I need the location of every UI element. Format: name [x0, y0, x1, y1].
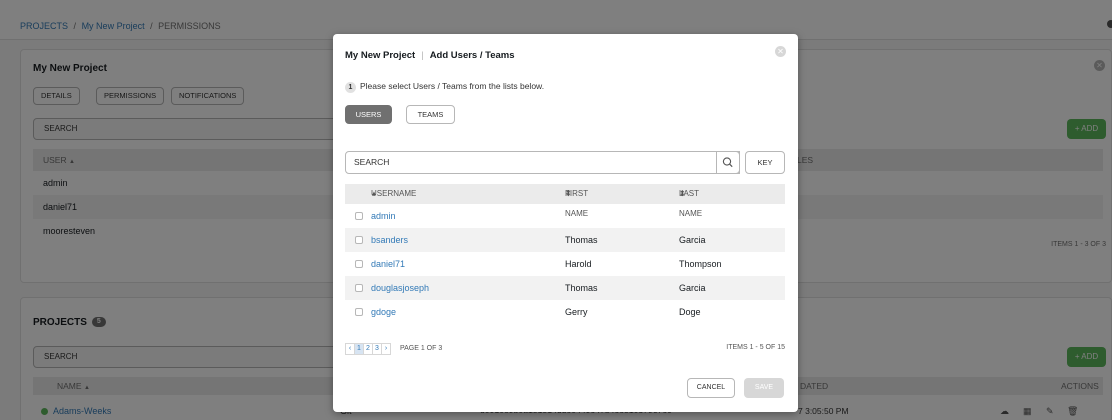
instruction-text: 1 Please select Users / Teams from the li…: [345, 81, 544, 93]
cancel-button[interactable]: CANCEL: [687, 378, 735, 398]
table-row: daniel71 Harold Thompson: [345, 252, 785, 276]
first-name: Harold: [565, 259, 592, 269]
username-link[interactable]: admin: [371, 204, 396, 228]
add-users-teams-modal: My New Project | Add Users / Teams ✕ 1 Plea…: [333, 34, 798, 412]
row-checkbox[interactable]: [355, 260, 363, 268]
tab-teams[interactable]: TEAMS: [406, 105, 455, 124]
last-name: Thompson: [679, 259, 722, 269]
search-icon[interactable]: [716, 151, 740, 174]
tab-users[interactable]: USERS: [345, 105, 392, 124]
last-name: Garcia: [679, 235, 706, 245]
row-checkbox[interactable]: [355, 236, 363, 244]
username-link[interactable]: gdoge: [371, 300, 396, 324]
last-name: Garcia: [679, 283, 706, 293]
users-table-header: USERNAME ▲ FIRST NAME ⬍ LAST NAME ⬍: [345, 184, 785, 218]
table-row: gdoge Gerry Doge: [345, 300, 785, 324]
next-page-button[interactable]: ›: [381, 343, 391, 355]
last-name: Doge: [679, 307, 701, 317]
username-link[interactable]: daniel71: [371, 252, 405, 276]
modal-title: My New Project | Add Users / Teams: [345, 50, 515, 61]
pagination: ‹ 1 2 3 › PAGE 1 OF 3: [345, 343, 442, 355]
first-name: Thomas: [565, 283, 598, 293]
table-row: admin: [345, 204, 785, 228]
table-row: douglasjoseph Thomas Garcia: [345, 276, 785, 300]
close-icon[interactable]: ✕: [775, 46, 786, 57]
first-name: Thomas: [565, 235, 598, 245]
save-button[interactable]: SAVE: [744, 378, 784, 398]
username-link[interactable]: bsanders: [371, 228, 408, 252]
page-indicator: PAGE 1 OF 3: [399, 345, 443, 352]
row-checkbox[interactable]: [355, 212, 363, 220]
key-button[interactable]: KEY: [745, 151, 785, 174]
row-checkbox[interactable]: [355, 284, 363, 292]
step-number-badge: 1: [345, 82, 356, 93]
username-link[interactable]: douglasjoseph: [371, 276, 429, 300]
items-count: ITEMS 1 - 5 OF 15: [726, 344, 785, 351]
first-name: Gerry: [565, 307, 588, 317]
table-row: bsanders Thomas Garcia: [345, 228, 785, 252]
row-checkbox[interactable]: [355, 308, 363, 316]
search-input[interactable]: SEARCH: [345, 151, 740, 174]
